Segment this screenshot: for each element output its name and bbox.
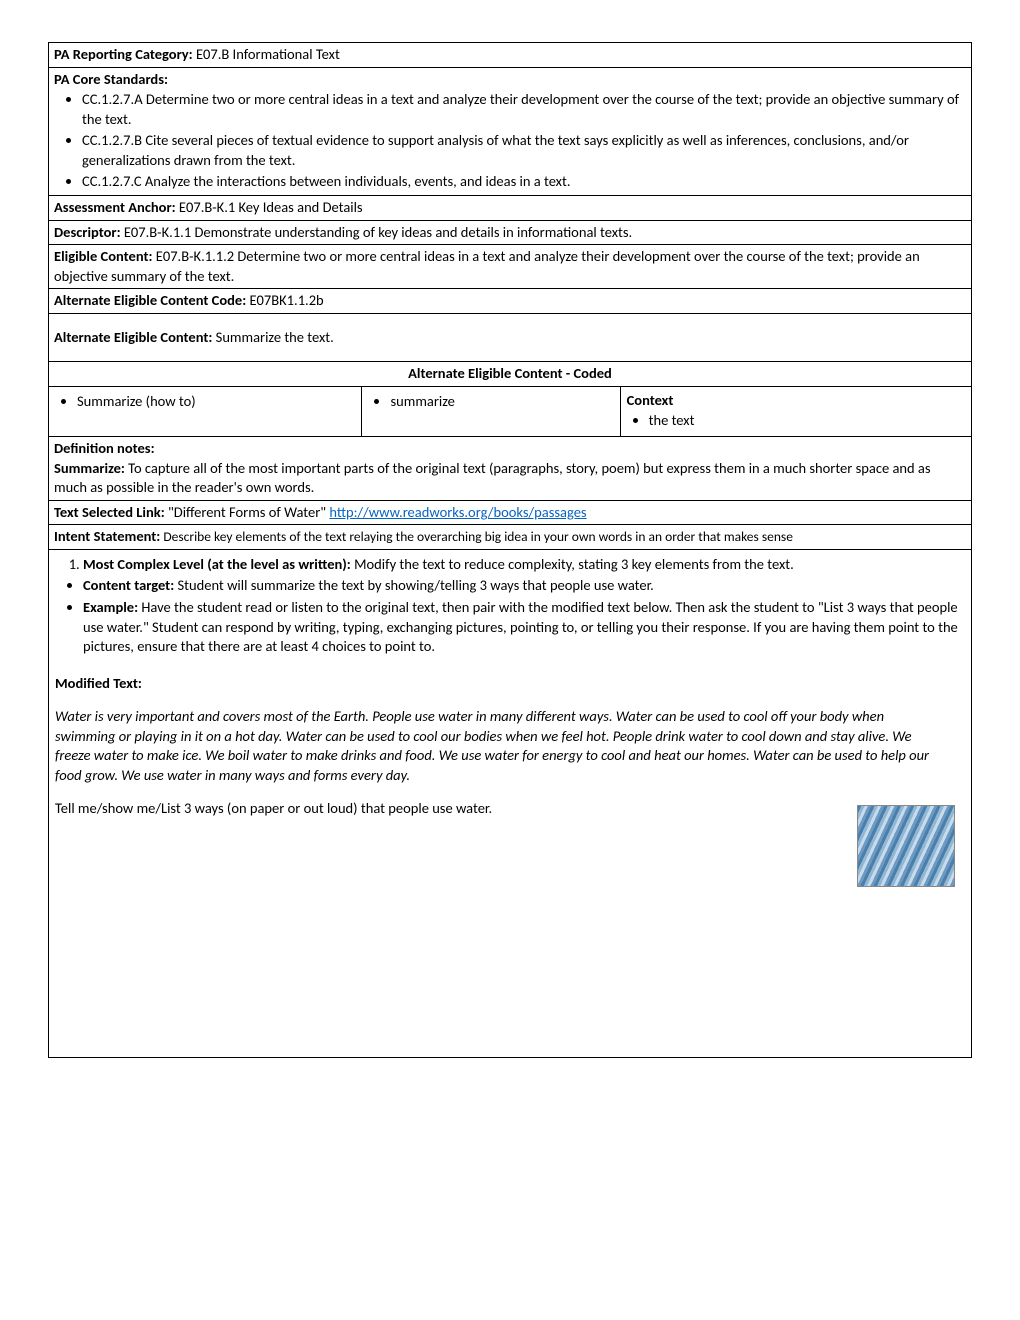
altcontent-value: Summarize the text. xyxy=(212,328,333,346)
link-row: Text Selected Link: "Different Forms of … xyxy=(49,501,971,526)
core-standards-list: CC.1.2.7.A Determine two or more central… xyxy=(54,89,966,193)
eligible-content-row: Eligible Content: E07.B-K.1.1.2 Determin… xyxy=(49,245,971,289)
list-item: Most Complex Level (at the level as writ… xyxy=(83,554,965,576)
coded-body: Summarize (how to) summarize Context the… xyxy=(49,387,971,436)
descriptor-value: E07.B-K.1.1 Demonstrate understanding of… xyxy=(121,223,633,241)
reporting-category-row: PA Reporting Category: E07.B Information… xyxy=(49,43,971,68)
core-label: PA Core Standards: xyxy=(54,70,966,90)
list-item: Example: Have the student read or listen… xyxy=(83,597,965,658)
numbered-list: Most Complex Level (at the level as writ… xyxy=(55,554,965,576)
coded-col-1: Summarize (how to) xyxy=(49,387,362,436)
eligible-label: Eligible Content: xyxy=(54,247,153,265)
assessment-anchor-row: Assessment Anchor: E07.B-K.1 Key Ideas a… xyxy=(49,196,971,221)
modified-text-paragraph: Water is very important and covers most … xyxy=(55,707,945,785)
definition-body: To capture all of the most important par… xyxy=(54,459,931,497)
modified-text-label: Modified Text: xyxy=(55,674,965,694)
intent-row: Intent Statement: Describe key elements … xyxy=(49,525,971,550)
passage-link[interactable]: http://www.readworks.org/books/passages xyxy=(329,503,586,521)
spacer xyxy=(55,927,965,1047)
definition-row: Definition notes: Summarize: To capture … xyxy=(49,437,971,501)
altcode-label: Alternate Eligible Content Code: xyxy=(54,291,246,309)
list-item: CC.1.2.7.B Cite several pieces of textua… xyxy=(82,130,966,171)
complex-level-text: Modify the text to reduce complexity, st… xyxy=(351,555,794,573)
coded-header: Alternate Eligible Content - Coded xyxy=(49,362,971,387)
reporting-label: PA Reporting Category: xyxy=(54,45,193,63)
coded-col-3: Context the text xyxy=(621,387,971,436)
coded-section: Alternate Eligible Content - Coded Summa… xyxy=(49,362,971,437)
coded-item: summarize xyxy=(390,391,613,413)
coded-item: Summarize (how to) xyxy=(77,391,355,413)
anchor-value: E07.B-K.1 Key Ideas and Details xyxy=(176,198,363,216)
definition-text: Summarize: To capture all of the most im… xyxy=(54,459,966,498)
prompt-text: Tell me/show me/List 3 ways (on paper or… xyxy=(55,799,965,819)
context-label: Context xyxy=(627,391,965,411)
intent-text: Describe key elements of the text relayi… xyxy=(160,528,793,545)
alt-code-row: Alternate Eligible Content Code: E07BK1.… xyxy=(49,289,971,314)
link-title: "Different Forms of Water" xyxy=(165,503,330,521)
reporting-value: E07.B Informational Text xyxy=(193,45,340,63)
core-standards-row: PA Core Standards: CC.1.2.7.A Determine … xyxy=(49,68,971,196)
body-section: Most Complex Level (at the level as writ… xyxy=(49,550,971,1058)
coded-col-2: summarize xyxy=(362,387,620,436)
bullet-list: Content target: Student will summarize t… xyxy=(55,575,965,657)
complex-level-label: Most Complex Level (at the level as writ… xyxy=(83,555,351,573)
list-item: CC.1.2.7.A Determine two or more central… xyxy=(82,89,966,130)
alt-content-row: Alternate Eligible Content: Summarize th… xyxy=(49,314,971,363)
intent-label: Intent Statement: xyxy=(54,527,160,545)
content-target-text: Student will summarize the text by showi… xyxy=(174,576,654,594)
altcode-value: E07BK1.1.2b xyxy=(246,291,323,309)
descriptor-row: Descriptor: E07.B-K.1.1 Demonstrate unde… xyxy=(49,221,971,246)
link-label: Text Selected Link: xyxy=(54,503,165,521)
water-image xyxy=(857,805,955,887)
eligible-value: E07.B-K.1.1.2 Determine two or more cent… xyxy=(54,247,920,285)
list-item: Content target: Student will summarize t… xyxy=(83,575,965,597)
anchor-label: Assessment Anchor: xyxy=(54,198,176,216)
descriptor-label: Descriptor: xyxy=(54,223,121,241)
example-label: Example: xyxy=(83,598,138,616)
document-frame: PA Reporting Category: E07.B Information… xyxy=(48,42,972,1058)
coded-item: the text xyxy=(649,410,965,432)
content-target-label: Content target: xyxy=(83,576,174,594)
example-text: Have the student read or listen to the o… xyxy=(83,598,958,655)
list-item: CC.1.2.7.C Analyze the interactions betw… xyxy=(82,171,966,193)
altcontent-label: Alternate Eligible Content: xyxy=(54,328,212,346)
definition-label: Definition notes: xyxy=(54,439,966,459)
definition-term: Summarize: xyxy=(54,459,125,477)
